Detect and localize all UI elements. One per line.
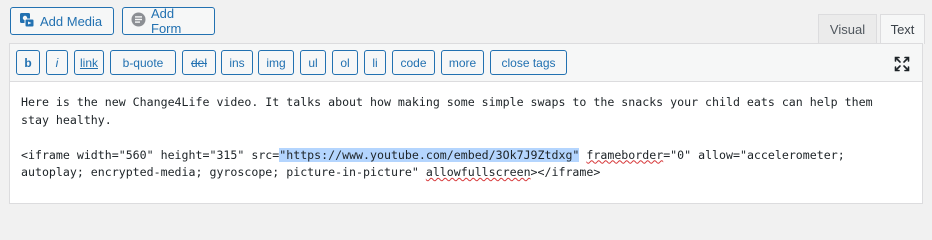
quicktag-bold-button[interactable]: b	[16, 50, 40, 75]
quicktag-del-button[interactable]: del	[182, 50, 216, 75]
content-line: autoplay; encrypted-media; gyroscope; pi…	[21, 164, 911, 182]
code-text: ="0" allow="accelerometer;	[663, 147, 845, 162]
content-line: stay healthy.	[21, 112, 112, 127]
add-media-button[interactable]: Add Media	[10, 7, 114, 35]
add-form-label: Add Form	[151, 6, 182, 36]
content-line: Here is the new Change4Life video. It ta…	[21, 95, 873, 109]
tab-visual[interactable]: Visual	[818, 14, 877, 43]
tab-text[interactable]: Text	[880, 14, 925, 44]
code-text: ></iframe>	[530, 165, 601, 179]
quicktag-li-button[interactable]: li	[364, 50, 386, 75]
add-media-label: Add Media	[40, 13, 103, 29]
media-camera-icon	[19, 12, 35, 31]
quicktag-ins-button[interactable]: ins	[221, 50, 253, 75]
quicktag-code-button[interactable]: code	[392, 50, 435, 75]
code-text: <iframe width="560" height="315" src=	[21, 147, 280, 162]
text-editor: b i link b-quote del ins img ul ol li co…	[9, 43, 923, 204]
quicktag-link-button[interactable]: link	[74, 50, 104, 75]
add-form-button[interactable]: Add Form	[122, 6, 215, 36]
tab-visual-label: Visual	[829, 21, 866, 37]
spellcheck-word: allowfullscreen	[425, 165, 531, 179]
quicktag-ol-button[interactable]: ol	[332, 50, 358, 75]
editor-content[interactable]: Here is the new Change4Life video. It ta…	[21, 94, 911, 182]
quicktag-italic-button[interactable]: i	[46, 50, 68, 75]
quicktag-blockquote-button[interactable]: b-quote	[110, 50, 176, 75]
spellcheck-word: frameborder	[586, 147, 664, 162]
tab-text-label: Text	[890, 22, 915, 37]
form-icon	[131, 12, 146, 30]
quicktags-toolbar: b i link b-quote del ins img ul ol li co…	[10, 44, 922, 82]
content-line: <iframe width="560" height="315" src="ht…	[21, 147, 911, 165]
quicktag-more-button[interactable]: more	[441, 50, 484, 75]
code-text: autoplay; encrypted-media; gyroscope; pi…	[21, 165, 426, 179]
fullscreen-icon[interactable]	[894, 56, 910, 72]
quicktag-ul-button[interactable]: ul	[300, 50, 326, 75]
selected-url-text: "https://www.youtube.com/embed/3Ok7J9Ztd…	[279, 147, 580, 162]
quicktag-img-button[interactable]: img	[258, 50, 294, 75]
quicktag-close-tags-button[interactable]: close tags	[490, 50, 567, 75]
